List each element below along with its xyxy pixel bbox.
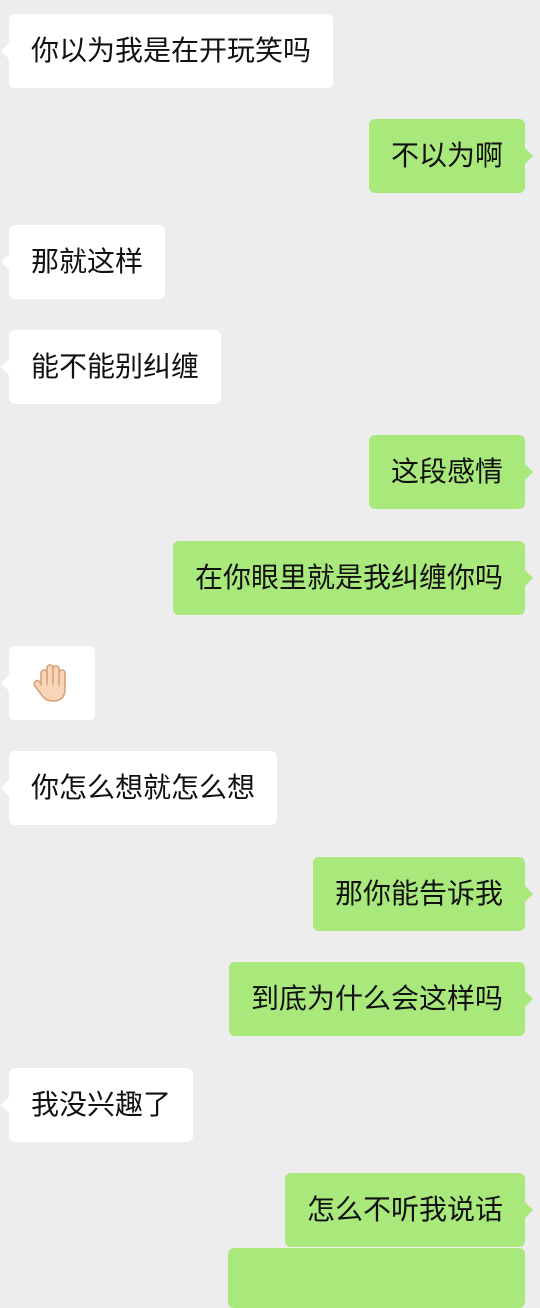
message-row: 你怎么想就怎么想 <box>0 751 540 825</box>
message-row: 到底为什么会这样吗 <box>0 962 540 1036</box>
outgoing-message-bubble[interactable]: 那你能告诉我 <box>312 857 534 931</box>
message-row: 那就这样 <box>0 225 540 299</box>
message-row: 那你能告诉我 <box>0 857 540 931</box>
incoming-message-bubble[interactable]: 能不能别纠缠 <box>0 330 222 404</box>
message-row: 你以为我是在开玩笑吗 <box>0 14 540 88</box>
incoming-emoji-bubble[interactable] <box>1 646 95 720</box>
outgoing-message-bubble[interactable]: 这段感情 <box>368 435 534 509</box>
message-row: 我没兴趣了 <box>0 1068 540 1142</box>
message-row: 在你眼里就是我纠缠你吗 <box>0 541 540 615</box>
chat-message-list: 你以为我是在开玩笑吗 不以为啊 那就这样 能不能别纠缠 这段感情 在你眼里就是我… <box>0 0 540 1308</box>
outgoing-message-bubble[interactable]: 不以为啊 <box>368 119 534 193</box>
outgoing-message-bubble-partial[interactable] <box>228 1248 525 1308</box>
incoming-message-bubble[interactable]: 你怎么想就怎么想 <box>0 751 278 825</box>
incoming-message-bubble[interactable]: 那就这样 <box>0 225 166 299</box>
incoming-message-bubble[interactable]: 我没兴趣了 <box>0 1068 194 1142</box>
incoming-message-bubble[interactable]: 你以为我是在开玩笑吗 <box>0 14 334 88</box>
message-row: 怎么不听我说话 <box>0 1173 540 1247</box>
message-row: 这段感情 <box>0 435 540 509</box>
raised-hand-emoji-icon <box>33 664 66 702</box>
outgoing-message-bubble[interactable]: 怎么不听我说话 <box>284 1173 534 1247</box>
outgoing-message-bubble[interactable]: 到底为什么会这样吗 <box>228 962 534 1036</box>
message-row: 不以为啊 <box>0 119 540 193</box>
message-row <box>0 646 540 720</box>
outgoing-message-bubble[interactable]: 在你眼里就是我纠缠你吗 <box>172 541 534 615</box>
message-row: 能不能别纠缠 <box>0 330 540 404</box>
